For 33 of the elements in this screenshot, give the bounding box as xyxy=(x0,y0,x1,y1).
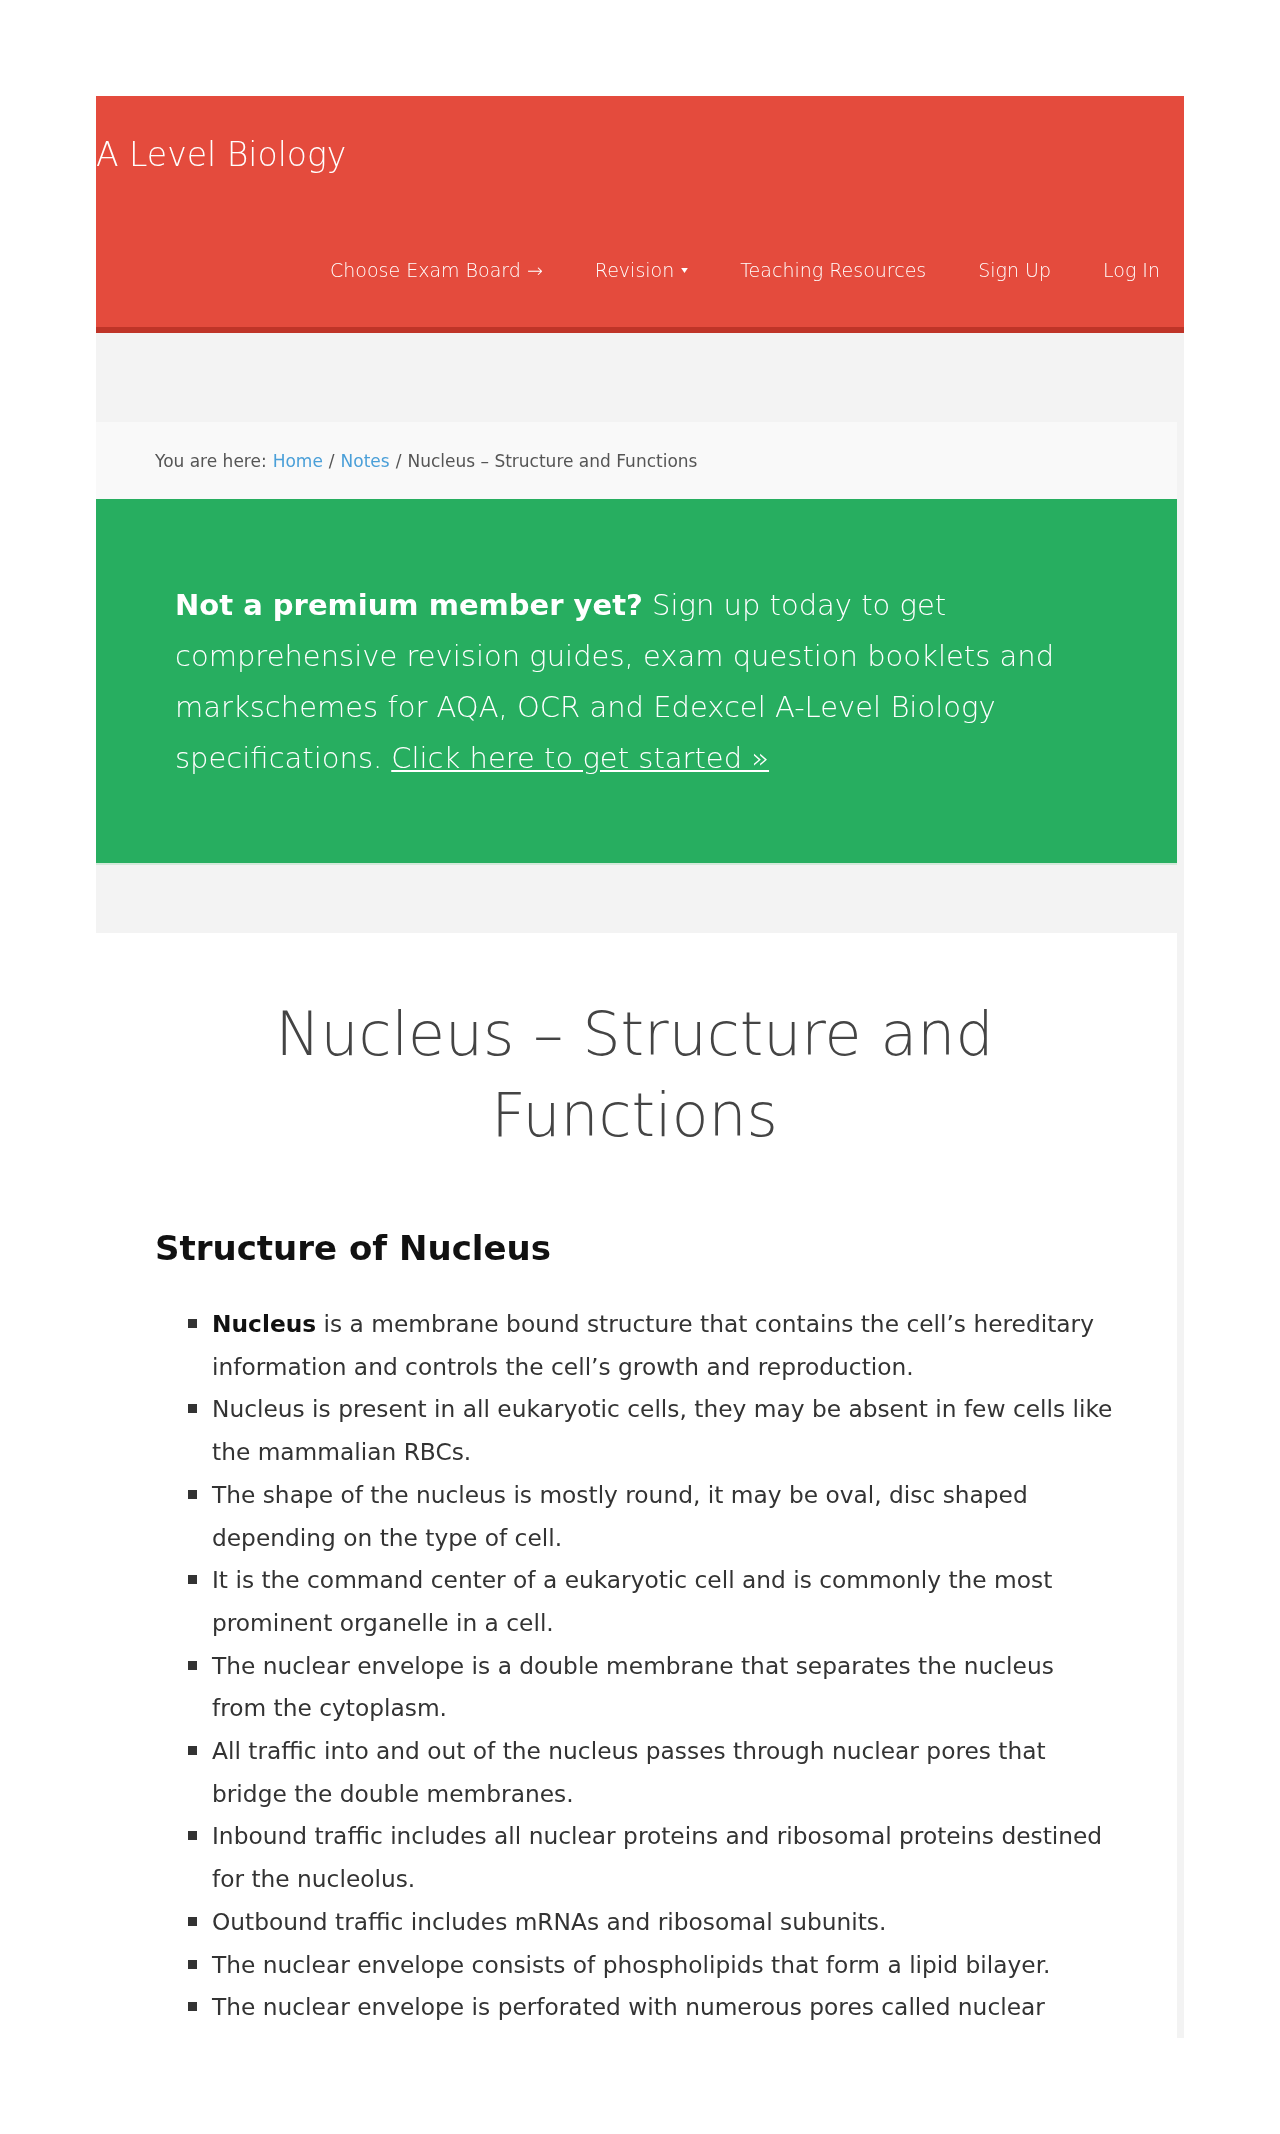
bullet-text: Inbound traffic includes all nuclear proteins and ribosomal proteins destined for the nucleolus. xyxy=(212,1821,1104,1895)
bullet-text: Outbound traffic includes mRNAs and ribosomal subunits. xyxy=(212,1906,887,1937)
bullet-text: Nucleus is present in all eukaryotic cells, they may be absent in few cells like the mammalian RBCs. xyxy=(212,1394,1114,1468)
bullet-icon xyxy=(188,1746,197,1756)
bullet-text: The shape of the nucleus is mostly round, it may be oval, disc shaped depending on the type of cell. xyxy=(212,1479,1029,1553)
bullet-icon xyxy=(188,1489,197,1499)
breadcrumb-link[interactable]: Home xyxy=(272,450,323,471)
bullet-text: It is the command center of a eukaryotic cell and is commonly the most prominent organelle in a cell. xyxy=(212,1565,1054,1638)
bullet-text: All traffic into and out of the nucleus passes through nuclear pores that bridge the double membranes. xyxy=(212,1736,1047,1809)
article-title: Nucleus – Structure and Functions xyxy=(274,998,995,1152)
bullet-text: Nucleus is a membrane bound structure that contains the cell’s hereditary information and controls the cell’s growth and reproduction. xyxy=(212,1309,1095,1382)
site-title[interactable]: A Level Biology xyxy=(96,128,347,182)
breadcrumb: You are here: Home / Notes / Nucleus – Structure and Functions xyxy=(155,450,698,471)
nav-link[interactable]: Log In xyxy=(1103,250,1160,290)
bullet-icon xyxy=(188,1319,197,1328)
promo-text: Not a premium member yet? Sign up today to get comprehensive revision guides, exam question booklets and markschemes for AQA, OCR and Edexcel A-Level Biology specifications. Click here to get started » xyxy=(175,587,1056,777)
bullet-icon xyxy=(188,1660,197,1670)
nav-link[interactable]: Choose Exam Board → xyxy=(330,250,543,290)
section-heading: Structure of Nucleus xyxy=(155,1227,552,1270)
bullet-text: The nuclear envelope consists of phospholipids that form a lipid bilayer. xyxy=(212,1949,1051,1980)
nav-link[interactable]: Teaching Resources xyxy=(740,250,927,290)
bullet-icon xyxy=(188,1404,197,1414)
bullet-text: The nuclear envelope is perforated with numerous pores called nuclear xyxy=(212,1992,1045,2023)
nav-link[interactable]: Revision xyxy=(594,250,689,290)
bullet-icon xyxy=(188,1916,197,1926)
bullet-icon xyxy=(188,2002,197,2012)
bullet-icon xyxy=(188,1959,197,1969)
bullet-icon xyxy=(188,1575,197,1585)
nav-link[interactable]: Sign Up xyxy=(978,250,1052,290)
bullet-icon xyxy=(188,1831,197,1841)
breadcrumb-link[interactable]: Notes xyxy=(340,450,390,471)
get-started-link[interactable]: Click here to get started » xyxy=(391,741,770,775)
bullet-text: The nuclear envelope is a double membrane that separates the nucleus from the cytoplasm. xyxy=(212,1650,1055,1724)
